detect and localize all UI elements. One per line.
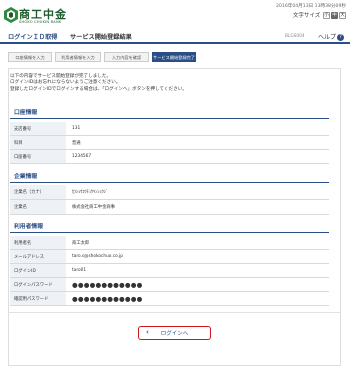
account-info-heading: 口座情報 [10, 108, 329, 119]
row-value: 普通 [72, 140, 81, 146]
footer-divider [8, 312, 341, 313]
row-label: ログインパスワード [10, 278, 66, 291]
login-button-label: ログインへ [160, 331, 189, 337]
row-label: 企業名 [10, 200, 66, 214]
user-row-password: ログインパスワード ●●●●●●●●●●●● [10, 278, 329, 292]
login-button[interactable]: ‹ ログインへ [138, 326, 211, 340]
bank-logo[interactable]: 商工中金 SHOKO CHUKIN BANK [4, 6, 66, 28]
company-row-kana: 企業名（カナ） ｶ)ｼｮｳｺｳﾁｭｳｷﾝｼｮｳｼﾞ [10, 185, 329, 200]
help-label: ヘルプ [318, 34, 337, 41]
font-size-small-button[interactable]: 小 [323, 12, 330, 19]
user-info-heading: 利用者情報 [10, 222, 329, 233]
account-row-branch: 支店番号 131 [10, 122, 329, 136]
row-label: 科目 [10, 136, 66, 149]
account-row-number: 口座番号 1234567 [10, 150, 329, 164]
row-value: 131 [72, 126, 81, 131]
row-label: 確認用パスワード [10, 292, 66, 305]
screen-id: BLGS004 [285, 34, 305, 39]
bank-logo-icon [4, 7, 18, 23]
row-value: ●●●●●●●●●●●● [72, 294, 143, 303]
step-indicator: 口座情報を入力 利用者情報を入力 入力内容を確認 サービス開始登録完了 [8, 52, 196, 62]
step-user-info: 利用者情報を入力 [55, 52, 101, 62]
user-row-login-id: ログインID taro01 [10, 264, 329, 278]
logo-subtext: SHOKO CHUKIN BANK [19, 20, 62, 24]
company-row-name: 企業名 株式会社商工中金商事 [10, 200, 329, 215]
row-value: 株式会社商工中金商事 [72, 205, 115, 210]
screen-name: ログインＩＤ取得 [8, 34, 58, 41]
row-value: ●●●●●●●●●●●● [72, 280, 143, 289]
row-label: メールアドレス [10, 250, 66, 263]
title-bar: ログインＩＤ取得 サービス開始登録結果 BLGS004 ヘルプ? [0, 30, 350, 44]
user-row-name: 利用者名 商工太郎 [10, 236, 329, 250]
account-row-type: 科目 普通 [10, 136, 329, 150]
row-label: 利用者名 [10, 236, 66, 249]
row-value: ｶ)ｼｮｳｺｳﾁｭｳｷﾝｼｮｳｼﾞ [72, 190, 109, 195]
company-info-heading: 企業情報 [10, 172, 329, 183]
step-confirm: 入力内容を確認 [104, 52, 149, 62]
row-value: 商工太郎 [72, 240, 90, 246]
top-bar: 商工中金 SHOKO CHUKIN BANK 2016年04月13日 13時38… [0, 0, 350, 30]
help-icon: ? [337, 34, 345, 41]
completion-message: 以下の内容でサービス開始登録が完了しました。 ログインIDはお忘れにならないよう… [10, 74, 187, 93]
chevron-left-icon: ‹ [146, 328, 149, 336]
row-value: 1234567 [72, 154, 92, 159]
font-size-medium-button[interactable]: 中 [331, 12, 338, 19]
step-account-info: 口座情報を入力 [8, 52, 52, 62]
row-label: 企業名（カナ） [10, 185, 66, 199]
row-label: ログインID [10, 264, 66, 277]
row-value: taro.s@shokochuo.co.jp [72, 254, 123, 259]
row-label: 口座番号 [10, 150, 66, 163]
user-row-password-confirm: 確認用パスワード ●●●●●●●●●●●● [10, 292, 329, 306]
font-size-selector: 文字サイズ 小中大 [293, 11, 346, 19]
user-row-email: メールアドレス taro.s@shokochuo.co.jp [10, 250, 329, 264]
help-link[interactable]: ヘルプ? [318, 32, 345, 41]
message-line: 登録したログインIDでログインする場合は、「ログインへ」ボタンを押してください。 [10, 86, 187, 92]
font-size-label: 文字サイズ [292, 13, 321, 19]
page-title: サービス開始登録結果 [70, 34, 132, 41]
step-complete: サービス開始登録完了 [152, 52, 196, 62]
current-datetime: 2016年04月13日 13時38分09秒 [276, 4, 346, 9]
row-label: 支店番号 [10, 122, 66, 135]
row-value: taro01 [72, 268, 87, 273]
font-size-large-button[interactable]: 大 [339, 12, 346, 19]
